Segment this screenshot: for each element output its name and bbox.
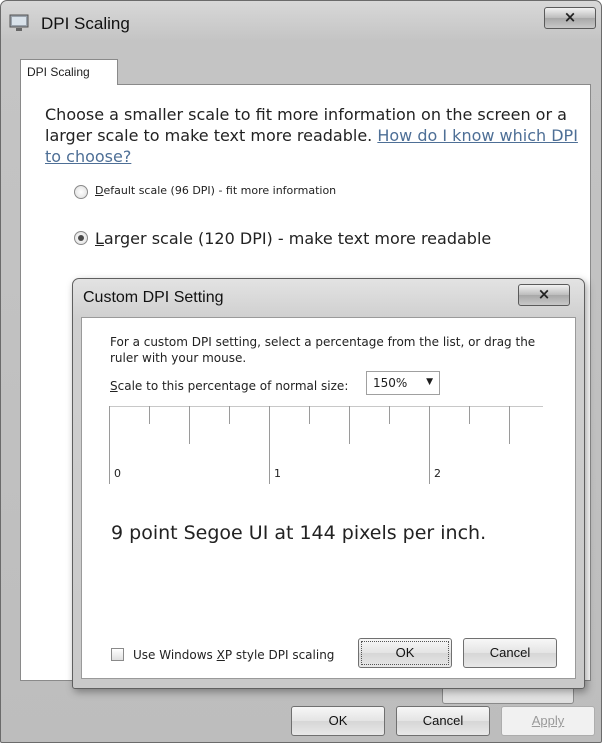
ruler-tick <box>109 406 110 484</box>
ruler-tick <box>189 406 190 444</box>
ruler-tick <box>309 406 310 424</box>
ruler-tick <box>229 406 230 424</box>
ruler-tick <box>429 406 430 484</box>
chevron-down-icon: ▼ <box>426 377 433 387</box>
ruler-tick <box>269 406 270 484</box>
dialog-title: Custom DPI Setting <box>83 289 224 306</box>
intro-text: Choose a smaller scale to fit more infor… <box>45 105 578 166</box>
cancel-button[interactable]: Cancel <box>396 706 490 736</box>
dialog-ok-button[interactable]: OK <box>358 638 452 668</box>
window-title: DPI Scaling <box>41 14 130 33</box>
sample-text: 9 point Segoe UI at 144 pixels per inch. <box>111 522 487 544</box>
close-icon: × <box>537 285 551 303</box>
dialog-close-button[interactable]: × <box>518 284 570 306</box>
dpi-scaling-window: DPI Scaling × DPI Scaling Choose a small… <box>0 0 602 743</box>
dialog-body: For a custom DPI setting, select a perce… <box>81 317 576 679</box>
ruler-tick <box>149 406 150 424</box>
default-scale-label[interactable]: Default scale (96 DPI) - fit more inform… <box>95 184 336 197</box>
apply-button[interactable]: Apply <box>501 706 595 736</box>
xp-style-label[interactable]: Use Windows XP style DPI scaling <box>133 648 334 662</box>
custom-dpi-dialog: Custom DPI Setting × For a custom DPI se… <box>72 278 585 689</box>
dpi-ruler[interactable]: 0 1 2 <box>109 406 543 486</box>
scale-label: Scale to this percentage of normal size: <box>110 379 349 393</box>
larger-scale-radio[interactable] <box>74 231 88 245</box>
ruler-tick <box>509 406 510 444</box>
ruler-label: 2 <box>434 467 441 480</box>
ok-button[interactable]: OK <box>291 706 385 736</box>
xp-style-checkbox[interactable] <box>111 648 124 661</box>
ruler-tick <box>469 406 470 424</box>
ruler-baseline <box>109 406 543 407</box>
tab-dpi-scaling[interactable]: DPI Scaling <box>20 59 118 85</box>
dialog-description: For a custom DPI setting, select a perce… <box>110 335 536 365</box>
close-button[interactable]: × <box>544 7 596 29</box>
monitor-icon <box>9 14 29 31</box>
close-icon: × <box>563 8 577 26</box>
ruler-tick <box>389 406 390 424</box>
ruler-label: 0 <box>114 467 121 480</box>
ruler-tick <box>349 406 350 444</box>
dialog-cancel-button[interactable]: Cancel <box>463 638 557 668</box>
scale-percentage-select[interactable]: 150% ▼ <box>366 371 440 395</box>
ruler-label: 1 <box>274 467 281 480</box>
default-scale-radio[interactable] <box>74 185 88 199</box>
larger-scale-label[interactable]: Larger scale (120 DPI) - make text more … <box>95 229 491 248</box>
title-bar[interactable]: DPI Scaling × <box>1 1 601 45</box>
